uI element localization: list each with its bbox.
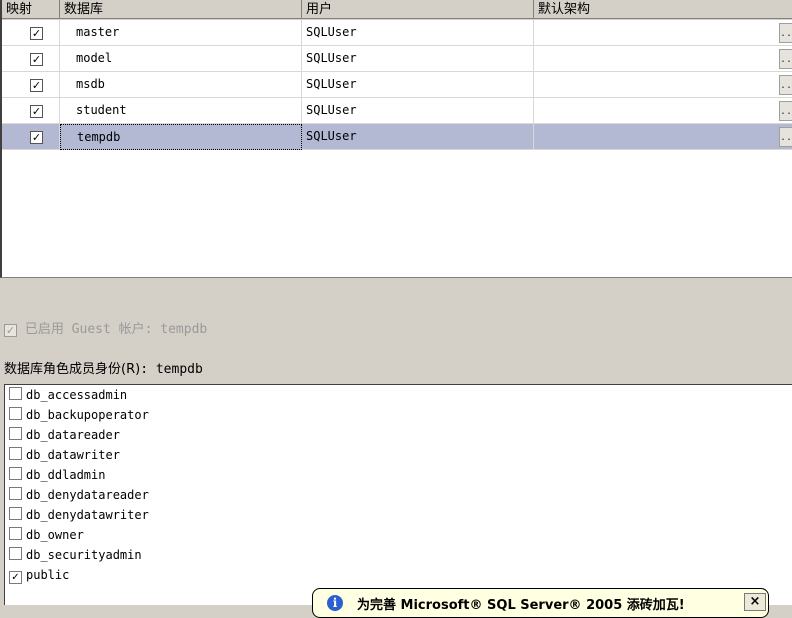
header-default-schema[interactable]: 默认架构: [534, 0, 792, 19]
role-name: public: [26, 568, 70, 582]
role-caption-suffix: : tempdb: [140, 362, 203, 377]
role-item[interactable]: db_datawriter: [5, 445, 792, 465]
mapping-row[interactable]: ✓ student SQLUser..: [2, 98, 792, 124]
role-name: db_owner: [26, 528, 84, 542]
mapped-cell[interactable]: ✓: [2, 124, 60, 150]
role-checkbox[interactable]: [9, 467, 22, 480]
role-checkbox[interactable]: [9, 547, 22, 560]
role-membership-caption: 数据库角色成员身份(R): tempdb: [4, 358, 203, 377]
header-mapped[interactable]: 映射: [2, 0, 60, 19]
role-checkbox[interactable]: ✓: [9, 571, 22, 584]
user-cell[interactable]: SQLUser: [302, 46, 534, 72]
role-name: db_backupoperator: [26, 408, 149, 422]
role-item[interactable]: db_accessadmin: [5, 385, 792, 405]
user-cell[interactable]: SQLUser: [302, 72, 534, 98]
user-cell[interactable]: SQLUser: [302, 98, 534, 124]
user-mapping-grid: 映射 数据库 用户 默认架构 ✓ master SQLUser.. ✓ model SQL…: [0, 0, 792, 278]
mapping-row[interactable]: ✓ tempdb SQLUser..: [2, 124, 792, 150]
role-name: db_ddladmin: [26, 468, 106, 482]
header-database[interactable]: 数据库: [60, 0, 302, 19]
grid-header: 映射 数据库 用户 默认架构: [2, 0, 792, 20]
user-cell[interactable]: SQLUser: [302, 124, 534, 150]
guest-checkbox: ✓: [4, 324, 17, 337]
mapped-cell[interactable]: ✓: [2, 46, 60, 72]
mapping-row[interactable]: ✓ model SQLUser..: [2, 46, 792, 72]
database-cell[interactable]: master: [60, 20, 302, 46]
mapped-checkbox[interactable]: ✓: [30, 79, 43, 92]
schema-cell[interactable]: ..: [534, 124, 792, 150]
mapped-checkbox[interactable]: ✓: [30, 105, 43, 118]
guest-text: Guest 帐户: tempdb: [63, 322, 208, 337]
schema-cell[interactable]: ..: [534, 20, 792, 46]
role-name: db_denydatawriter: [26, 508, 149, 522]
guest-label: 已启用: [24, 322, 64, 337]
role-name: db_datawriter: [26, 448, 120, 462]
browse-schema-button[interactable]: ..: [779, 23, 792, 43]
role-checkbox[interactable]: [9, 427, 22, 440]
mapped-checkbox[interactable]: ✓: [30, 131, 43, 144]
role-item[interactable]: db_denydatareader: [5, 485, 792, 505]
mapped-cell[interactable]: ✓: [2, 20, 60, 46]
feedback-balloon: i 为完善 Microsoft® SQL Server® 2005 添砖加瓦! …: [312, 588, 769, 618]
role-item[interactable]: db_denydatawriter: [5, 505, 792, 525]
header-user[interactable]: 用户: [302, 0, 534, 19]
mapped-cell[interactable]: ✓: [2, 98, 60, 124]
browse-schema-button[interactable]: ..: [779, 127, 792, 147]
database-cell[interactable]: student: [60, 98, 302, 124]
role-checkbox[interactable]: [9, 447, 22, 460]
guest-account-option: ✓ 已启用 Guest 帐户: tempdb: [4, 318, 207, 337]
role-name: db_accessadmin: [26, 388, 128, 402]
role-item[interactable]: db_datareader: [5, 425, 792, 445]
role-item[interactable]: db_securityadmin: [5, 545, 792, 565]
role-checkbox[interactable]: [9, 527, 22, 540]
role-name: db_datareader: [26, 428, 120, 442]
database-cell[interactable]: msdb: [60, 72, 302, 98]
role-checkbox[interactable]: [9, 487, 22, 500]
browse-schema-button[interactable]: ..: [779, 75, 792, 95]
database-cell[interactable]: tempdb: [60, 124, 302, 150]
schema-cell[interactable]: ..: [534, 72, 792, 98]
role-caption-mnemonic: (R): [121, 362, 141, 377]
balloon-message: 为完善 Microsoft® SQL Server® 2005 添砖加瓦!: [357, 598, 685, 613]
role-name: db_securityadmin: [26, 548, 142, 562]
user-cell[interactable]: SQLUser: [302, 20, 534, 46]
role-membership-list: db_accessadmin db_backupoperator db_datare…: [4, 384, 792, 605]
info-icon: i: [327, 595, 343, 611]
browse-schema-button[interactable]: ..: [779, 49, 792, 69]
role-item[interactable]: db_backupoperator: [5, 405, 792, 425]
database-cell[interactable]: model: [60, 46, 302, 72]
schema-cell[interactable]: ..: [534, 98, 792, 124]
mapping-row[interactable]: ✓ msdb SQLUser..: [2, 72, 792, 98]
role-item[interactable]: ✓ public: [5, 565, 792, 585]
role-checkbox[interactable]: [9, 507, 22, 520]
mapped-checkbox[interactable]: ✓: [30, 53, 43, 66]
role-item[interactable]: db_owner: [5, 525, 792, 545]
schema-cell[interactable]: ..: [534, 46, 792, 72]
browse-schema-button[interactable]: ..: [779, 101, 792, 121]
balloon-close-button[interactable]: ×: [744, 593, 766, 611]
mapping-row[interactable]: ✓ master SQLUser..: [2, 20, 792, 46]
role-item[interactable]: db_ddladmin: [5, 465, 792, 485]
role-checkbox[interactable]: [9, 407, 22, 420]
role-caption-prefix: 数据库角色成员身份: [4, 362, 122, 377]
mapped-cell[interactable]: ✓: [2, 72, 60, 98]
mapped-checkbox[interactable]: ✓: [30, 27, 43, 40]
role-name: db_denydatareader: [26, 488, 149, 502]
role-checkbox[interactable]: [9, 387, 22, 400]
